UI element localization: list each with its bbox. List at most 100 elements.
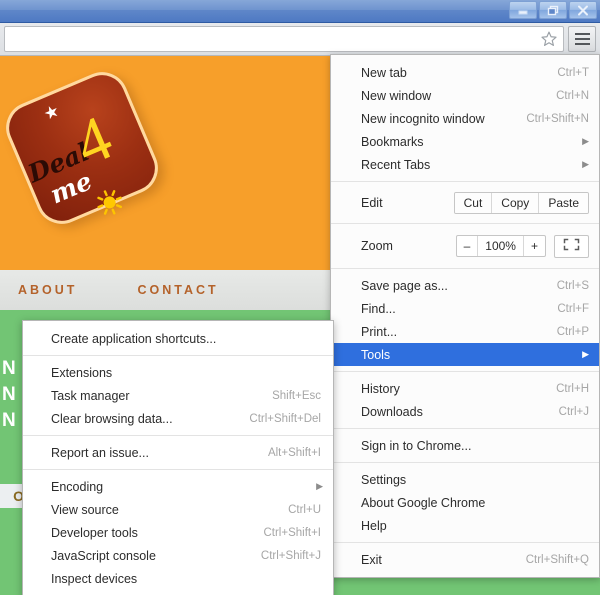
menu-accelerator: Ctrl+Shift+N (526, 112, 589, 125)
menu-accelerator: Ctrl+P (556, 325, 589, 338)
menu-separator (331, 542, 599, 543)
menu-item-print[interactable]: Print... Ctrl+P (331, 320, 599, 343)
menu-item-exit[interactable]: Exit Ctrl+Shift+Q (331, 548, 599, 571)
menu-accelerator: Ctrl+J (558, 405, 589, 418)
menu-accelerator: Ctrl+H (556, 382, 589, 395)
nav-link-about[interactable]: ABOUT (18, 283, 77, 297)
menu-label: New tab (361, 65, 407, 80)
submenu-item-encoding[interactable]: Encoding ▶ (23, 475, 333, 498)
submenu-item-developer-tools[interactable]: Developer tools Ctrl+Shift+I (23, 521, 333, 544)
hamburger-line (574, 38, 590, 40)
window-controls (509, 1, 597, 19)
minimize-button[interactable] (509, 1, 537, 19)
menu-separator (331, 268, 599, 269)
menu-label: Extensions (51, 365, 113, 380)
menu-item-tools[interactable]: Tools ▶ (331, 343, 599, 366)
menu-label: Bookmarks (361, 134, 424, 149)
chevron-right-icon: ▶ (582, 159, 589, 169)
window-title-bar (0, 0, 600, 23)
zoom-out-button[interactable]: – (457, 236, 478, 256)
menu-separator (23, 355, 333, 356)
close-button[interactable] (569, 1, 597, 19)
menu-item-new-window[interactable]: New window Ctrl+N (331, 84, 599, 107)
menu-item-about-google-chrome[interactable]: About Google Chrome (331, 491, 599, 514)
submenu-item-view-source[interactable]: View source Ctrl+U (23, 498, 333, 521)
menu-item-settings[interactable]: Settings (331, 468, 599, 491)
sun-burst-icon (93, 185, 129, 224)
menu-label: Exit (361, 552, 382, 567)
menu-accelerator: Ctrl+Shift+J (260, 549, 321, 562)
zoom-level-value: 100% (477, 236, 523, 256)
submenu-item-clear-browsing-data[interactable]: Clear browsing data... Ctrl+Shift+Del (23, 407, 333, 430)
menu-separator (331, 371, 599, 372)
menu-separator (331, 181, 599, 182)
hamburger-line (574, 43, 590, 45)
menu-row-edit: Edit Cut Copy Paste (331, 187, 599, 218)
menu-separator (331, 462, 599, 463)
menu-label: Task manager (51, 388, 130, 403)
submenu-item-report-an-issue[interactable]: Report an issue... Alt+Shift+I (23, 441, 333, 464)
zoom-controls: – 100% + (455, 234, 589, 258)
menu-label: Create application shortcuts... (51, 331, 217, 346)
address-bar[interactable] (4, 26, 564, 52)
menu-accelerator: Ctrl+Shift+I (263, 526, 321, 539)
menu-accelerator: Shift+Esc (272, 389, 321, 402)
menu-item-save-page-as[interactable]: Save page as... Ctrl+S (331, 274, 599, 297)
maximize-restore-button[interactable] (539, 1, 567, 19)
menu-label: Report an issue... (51, 445, 149, 460)
menu-item-bookmarks[interactable]: Bookmarks ▶ (331, 130, 599, 153)
copy-button[interactable]: Copy (491, 192, 539, 213)
menu-label: New window (361, 88, 432, 103)
menu-item-downloads[interactable]: Downloads Ctrl+J (331, 400, 599, 423)
menu-label: About Google Chrome (361, 495, 486, 510)
menu-label: Inspect devices (51, 571, 138, 586)
zoom-in-button[interactable]: + (522, 236, 545, 256)
menu-accelerator: Ctrl+U (288, 503, 321, 516)
menu-item-history[interactable]: History Ctrl+H (331, 377, 599, 400)
menu-separator (331, 428, 599, 429)
menu-label: JavaScript console (51, 548, 156, 563)
menu-item-find[interactable]: Find... Ctrl+F (331, 297, 599, 320)
menu-accelerator: Alt+Shift+I (267, 446, 321, 459)
menu-item-recent-tabs[interactable]: Recent Tabs ▶ (331, 153, 599, 176)
menu-item-help[interactable]: Help (331, 514, 599, 537)
menu-item-new-incognito-window[interactable]: New incognito window Ctrl+Shift+N (331, 107, 599, 130)
menu-label: Recent Tabs (361, 157, 431, 172)
menu-accelerator: Ctrl+Shift+Del (249, 412, 321, 425)
menu-label: Developer tools (51, 525, 138, 540)
menu-separator (331, 223, 599, 224)
menu-separator (23, 469, 333, 470)
menu-label: Clear browsing data... (51, 411, 173, 426)
menu-label: Sign in to Chrome... (361, 438, 472, 453)
menu-label: View source (51, 502, 119, 517)
site-logo[interactable]: ★ Deal 4 me (0, 64, 168, 234)
menu-item-new-tab[interactable]: New tab Ctrl+T (331, 61, 599, 84)
chevron-right-icon: ▶ (582, 349, 589, 359)
menu-label: Find... (361, 301, 396, 316)
paste-button[interactable]: Paste (538, 192, 588, 213)
menu-label: Print... (361, 324, 398, 339)
menu-label: Settings (361, 472, 407, 487)
logo-text-layer: ★ Deal 4 me (0, 56, 193, 259)
menu-label: Help (361, 518, 387, 533)
menu-accelerator: Ctrl+N (556, 89, 589, 102)
menu-label: Save page as... (361, 278, 448, 293)
fullscreen-button[interactable] (554, 234, 589, 258)
hamburger-line (574, 33, 590, 35)
browser-toolbar (0, 23, 600, 56)
menu-label: Tools (361, 347, 391, 362)
menu-item-sign-in-to-chrome[interactable]: Sign in to Chrome... (331, 434, 599, 457)
submenu-item-inspect-devices[interactable]: Inspect devices (23, 567, 333, 590)
bookmark-star-icon[interactable] (540, 30, 558, 48)
menu-label: New incognito window (361, 111, 485, 126)
chrome-menu-button[interactable] (568, 26, 596, 52)
submenu-item-create-application-shortcuts[interactable]: Create application shortcuts... (23, 327, 333, 350)
menu-label: History (361, 381, 400, 396)
submenu-item-extensions[interactable]: Extensions (23, 361, 333, 384)
submenu-item-javascript-console[interactable]: JavaScript console Ctrl+Shift+J (23, 544, 333, 567)
nav-link-contact[interactable]: CONTACT (137, 283, 218, 297)
tools-submenu: Create application shortcuts... Extensio… (22, 320, 334, 595)
cut-button[interactable]: Cut (454, 192, 492, 213)
menu-accelerator: Ctrl+S (556, 279, 589, 292)
submenu-item-task-manager[interactable]: Task manager Shift+Esc (23, 384, 333, 407)
